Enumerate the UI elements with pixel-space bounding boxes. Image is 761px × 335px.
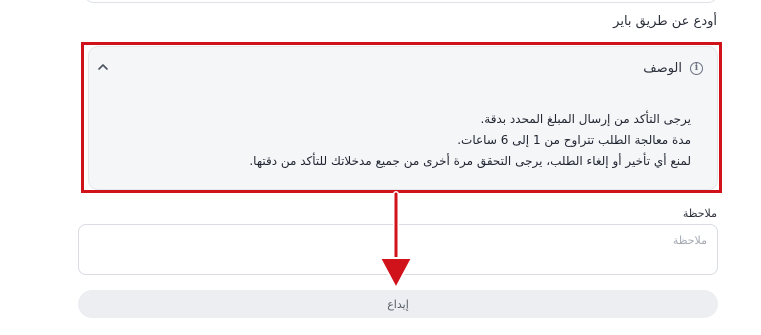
section-label: أودع عن طريق باير: [613, 14, 717, 29]
info-icon: i: [690, 62, 703, 75]
description-title: الوصف: [643, 61, 682, 76]
note-input[interactable]: [78, 224, 718, 275]
description-accordion: i الوصف يرجى التأكد من إرسال المبلغ المح…: [88, 46, 718, 190]
deposit-form: أودع عن طريق باير i الوصف يرجى التأكد من…: [0, 0, 761, 335]
note-label: ملاحظة: [682, 207, 717, 220]
description-body: يرجى التأكد من إرسال المبلغ المحدد بدقة.…: [131, 109, 691, 172]
deposit-button[interactable]: إيداع: [78, 290, 718, 318]
chevron-up-icon[interactable]: [95, 59, 111, 75]
description-line: لمنع أي تأخير أو إلغاء الطلب، يرجى التحق…: [249, 154, 691, 168]
description-line: مدة معالجة الطلب تتراوح من 1 إلى 6 ساعات…: [457, 133, 691, 147]
description-line: يرجى التأكد من إرسال المبلغ المحدد بدقة.: [480, 112, 691, 126]
previous-card: [84, 0, 718, 3]
description-header[interactable]: i الوصف: [643, 61, 703, 76]
